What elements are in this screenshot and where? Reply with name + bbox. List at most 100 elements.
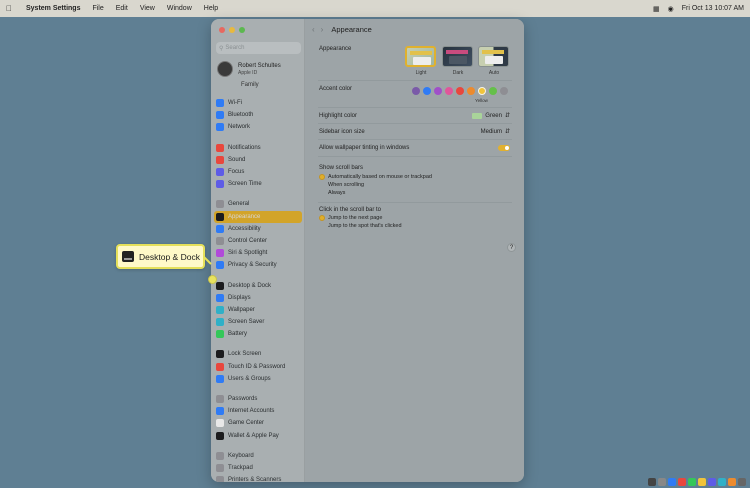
sidebar-item-appearance[interactable]: Appearance	[214, 210, 302, 223]
notifications-icon	[216, 143, 224, 152]
sidebar-item-battery[interactable]: Battery	[214, 328, 302, 340]
zoom-button[interactable]	[239, 27, 245, 33]
accent-color-swatch[interactable]	[412, 87, 420, 95]
finder-icon[interactable]	[648, 478, 656, 486]
menu-help[interactable]: Help	[204, 5, 218, 12]
apple-id-profile[interactable]: Robert Schultes Apple ID	[217, 61, 281, 77]
menu-datetime[interactable]: Fri Oct 13 10:07 AM	[682, 5, 744, 12]
accent-color-swatch[interactable]	[434, 87, 442, 95]
mode-auto-label: Auto	[488, 70, 500, 76]
sidebar-item-privacy-security[interactable]: Privacy & Security	[214, 259, 302, 271]
sidebar-item-screen-time[interactable]: Screen Time	[214, 178, 302, 190]
callout-pointer-dot	[208, 275, 217, 284]
wallpaper-tint-toggle[interactable]	[498, 145, 510, 151]
sidebar-item-desktop-dock[interactable]: Desktop & Dock	[214, 279, 302, 291]
lock-screen-icon	[216, 350, 224, 359]
accent-color-swatch[interactable]	[456, 87, 464, 95]
sidebar-item-trackpad[interactable]: Trackpad	[214, 462, 302, 474]
back-arrow-icon[interactable]: ‹	[312, 25, 315, 34]
toggle-switch[interactable]	[498, 145, 510, 151]
sidebar-item-lock-screen[interactable]: Lock Screen	[214, 348, 302, 360]
wallpaper-icon	[216, 305, 224, 314]
sidebar-item-screen-saver[interactable]: Screen Saver	[214, 316, 302, 328]
mode-light-thumb[interactable]	[405, 46, 436, 67]
sidebar-item-label: Internet Accounts	[228, 408, 275, 415]
messages-icon[interactable]	[688, 478, 696, 486]
settings-icon[interactable]	[658, 478, 666, 486]
sidebar-item-network[interactable]: Network	[214, 121, 302, 133]
menu-window[interactable]: Window	[167, 5, 192, 12]
sidebar-item-control-center[interactable]: Control Center	[214, 235, 302, 247]
help-button[interactable]: ?	[507, 243, 516, 252]
siri-icon[interactable]: ◉	[668, 5, 674, 13]
app-icon[interactable]	[708, 478, 716, 486]
control-center-icon	[216, 236, 224, 245]
sidebar-item-users-groups[interactable]: Users & Groups	[214, 373, 302, 385]
sidebar-item-siri-spotlight[interactable]: Siri & Spotlight	[214, 247, 302, 259]
sidebar-icon-size-label: Sidebar icon size	[319, 129, 365, 135]
accent-selected-name: Yellow	[475, 98, 488, 103]
sidebar-item-passwords[interactable]: Passwords	[214, 393, 302, 405]
sidebar-item-game-center[interactable]: Game Center	[214, 417, 302, 429]
close-button[interactable]	[219, 27, 225, 33]
scroll-option-always[interactable]: Always	[319, 190, 345, 196]
printers-scanners-icon	[216, 476, 224, 482]
accent-color-swatch[interactable]	[478, 87, 486, 95]
forward-arrow-icon[interactable]: ›	[321, 25, 324, 34]
siri-spotlight-icon	[216, 249, 224, 258]
scroll-option-auto[interactable]: Automatically based on mouse or trackpad	[319, 174, 432, 180]
sidebar-item-touch-id-password[interactable]: Touch ID & Password	[214, 361, 302, 373]
apple-menu-icon[interactable]: 	[6, 4, 16, 13]
sidebar-item-printers-scanners[interactable]: Printers & Scanners	[214, 474, 302, 482]
click-option-label: Jump to the next page	[328, 215, 383, 221]
notes-icon[interactable]	[698, 478, 706, 486]
search-field[interactable]: ⚲ Search	[216, 42, 301, 54]
sidebar-item-accessibility[interactable]: Accessibility	[214, 223, 302, 235]
sidebar-item-general[interactable]: General	[214, 198, 302, 210]
sidebar-item-keyboard[interactable]: Keyboard	[214, 450, 302, 462]
click-option-spot[interactable]: Jump to the spot that's clicked	[319, 223, 402, 229]
sidebar-item-wi-fi[interactable]: Wi-Fi	[214, 97, 302, 109]
mode-dark-thumb[interactable]	[442, 46, 473, 67]
menu-edit[interactable]: Edit	[116, 5, 128, 12]
sidebar-item-notifications[interactable]: Notifications	[214, 142, 302, 154]
sidebar-item-bluetooth[interactable]: Bluetooth	[214, 109, 302, 121]
accent-color-swatch[interactable]	[445, 87, 453, 95]
click-scroll-bar-label: Click in the scroll bar to	[319, 207, 382, 213]
sidebar-item-displays[interactable]: Displays	[214, 292, 302, 304]
mail-icon[interactable]	[678, 478, 686, 486]
click-option-next-page[interactable]: Jump to the next page	[319, 215, 382, 221]
safari-icon[interactable]	[668, 478, 676, 486]
menu-view[interactable]: View	[140, 5, 155, 12]
sidebar-icon-size-select[interactable]: Medium ⇵	[481, 128, 510, 136]
scroll-option-when-scrolling[interactable]: When scrolling	[319, 182, 364, 188]
sidebar-item-focus[interactable]: Focus	[214, 166, 302, 178]
sidebar-item-internet-accounts[interactable]: Internet Accounts	[214, 405, 302, 417]
minimize-button[interactable]	[229, 27, 235, 33]
scroll-option-label: When scrolling	[328, 182, 365, 188]
trash-icon[interactable]	[738, 478, 746, 486]
radio-selected[interactable]	[319, 174, 325, 180]
app-icon[interactable]	[718, 478, 726, 486]
control-icon[interactable]: ▦	[653, 5, 660, 13]
highlight-color-select[interactable]: Green ⇵	[472, 112, 510, 119]
accent-color-swatch[interactable]	[500, 87, 508, 95]
appearance-pane: ‹ › Appearance Appearance Light Dark Aut…	[305, 19, 524, 482]
sidebar-item-label: Appearance	[228, 213, 261, 220]
search-input[interactable]: Search	[225, 45, 244, 51]
radio-selected[interactable]	[319, 215, 325, 221]
sidebar-item-wallet-apple-pay[interactable]: Wallet & Apple Pay	[214, 430, 302, 442]
sidebar-item-sound[interactable]: Sound	[214, 154, 302, 166]
mode-auto-thumb[interactable]	[478, 46, 509, 67]
callout-label: Desktop & Dock	[139, 251, 200, 262]
passwords-icon	[216, 395, 224, 404]
menu-file[interactable]: File	[92, 5, 103, 12]
sidebar-item-wallpaper[interactable]: Wallpaper	[214, 304, 302, 316]
divider	[318, 202, 512, 203]
accent-color-swatch[interactable]	[489, 87, 497, 95]
family-item[interactable]: Family	[241, 82, 259, 88]
accent-color-swatch[interactable]	[467, 87, 475, 95]
app-icon[interactable]	[728, 478, 736, 486]
accent-color-swatch[interactable]	[423, 87, 431, 95]
menu-app-name[interactable]: System Settings	[26, 5, 80, 12]
